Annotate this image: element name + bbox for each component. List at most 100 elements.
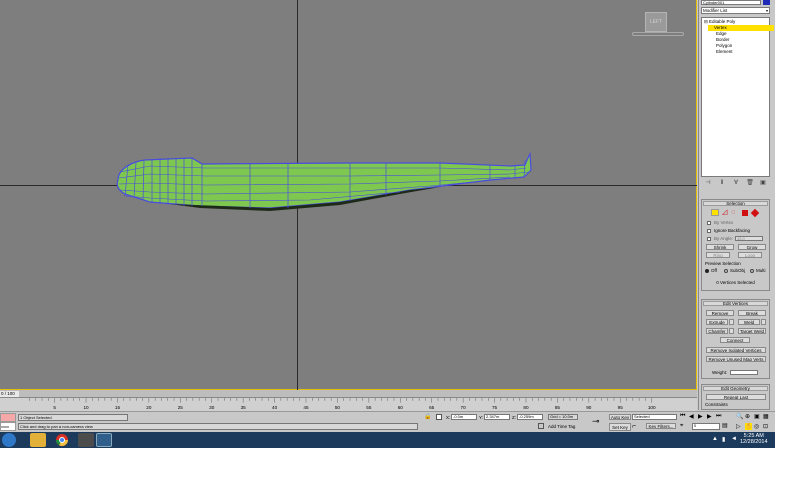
selection-rollout-title[interactable]: Selection (703, 201, 768, 206)
timeline-tick-label: 20 (146, 405, 152, 410)
left-viewport[interactable]: LEFT (0, 0, 697, 390)
start-button-icon[interactable] (2, 433, 16, 447)
configure-sets-icon[interactable]: ▣ (759, 180, 767, 187)
by-angle-spinner[interactable]: 45.0 (735, 236, 763, 241)
previous-frame-icon[interactable]: ◀ (689, 413, 694, 420)
remove-button[interactable]: Remove (706, 310, 734, 316)
time-slider-thumb[interactable]: 0 / 100 (0, 391, 19, 397)
element-mode-icon[interactable] (750, 208, 760, 218)
by-vertex-checkbox[interactable] (707, 221, 711, 225)
vertex-mode-icon[interactable] (711, 209, 719, 216)
modifier-list-dropdown[interactable]: Modifier List ▾ (701, 7, 770, 14)
timeline-tick-label: 40 (272, 405, 278, 410)
zoom-extents-icon[interactable]: ▣ (754, 413, 760, 420)
shrink-button[interactable]: Shrink (706, 244, 734, 250)
remove-modifier-icon[interactable]: 🗑 (746, 180, 754, 187)
zoom-all-icon[interactable]: ⊕ (745, 413, 750, 420)
add-time-tag[interactable]: Add Time Tag (548, 424, 575, 429)
set-key-icon[interactable]: ⌐ (632, 423, 642, 430)
orbit-icon[interactable]: ◎ (754, 423, 759, 430)
current-frame-field[interactable]: 0 (692, 423, 720, 430)
go-to-start-icon[interactable]: ⏮ (680, 413, 685, 420)
timeline-tick-label: 75 (492, 405, 498, 410)
object-color-swatch[interactable] (763, 0, 770, 5)
maxscript-input[interactable]: xxxx (0, 422, 16, 431)
timeline-tick-label: 60 (398, 405, 404, 410)
ring-button[interactable]: Ring (706, 252, 730, 258)
extrude-settings-icon[interactable] (729, 319, 734, 325)
zoom-extents-all-icon[interactable]: ▦ (763, 413, 769, 420)
time-slider[interactable]: 0 / 100 (0, 390, 697, 398)
field-of-view-icon[interactable]: ▷ (736, 423, 741, 430)
play-icon[interactable]: ▶ (698, 413, 703, 420)
polygon-mode-icon[interactable] (742, 210, 748, 216)
y-coordinate-field[interactable]: 2.347m (484, 414, 510, 420)
timeline-tick-label: 85 (555, 405, 561, 410)
absolute-mode-toggle[interactable] (436, 414, 442, 420)
set-key-button[interactable]: Set Key (609, 423, 631, 431)
zoom-icon[interactable]: 🔍 (736, 413, 743, 420)
key-mode-toggle-icon[interactable]: ⌖ (680, 423, 686, 429)
apps-grid-icon[interactable] (78, 433, 94, 447)
lock-selection-icon[interactable]: 🔒 (424, 414, 431, 420)
edit-geometry-rollout-title[interactable]: Edit Geometry (703, 386, 768, 391)
ignore-backfacing-checkbox[interactable] (707, 229, 711, 233)
editable-poly-mesh[interactable] (110, 150, 540, 212)
key-icon[interactable]: ⊸ (592, 417, 600, 426)
chrome-icon[interactable] (55, 433, 71, 447)
selection-count: 1 Object Selected (18, 414, 128, 421)
weld-button[interactable]: Weld (738, 319, 760, 325)
edit-vertices-rollout-title[interactable]: Edit Vertices (703, 301, 768, 306)
grow-button[interactable]: Grow (738, 244, 766, 250)
break-button[interactable]: Break (738, 310, 766, 316)
target-weld-button[interactable]: Target Weld (738, 328, 766, 334)
loop-button[interactable]: Loop (738, 252, 762, 258)
chamfer-button[interactable]: Chamfer (706, 328, 728, 334)
stack-item-element[interactable]: Element (704, 49, 733, 55)
clock[interactable]: 5:25 AM 12/28/2014 (740, 433, 768, 445)
maximize-viewport-icon[interactable]: ⊡ (763, 423, 768, 430)
time-configuration-icon[interactable]: ▤ (722, 423, 730, 430)
explorer-icon[interactable] (30, 433, 46, 447)
selection-rollout: Selection ◿ ◌ By Vertex Ignore Backfacin… (701, 199, 770, 291)
timeline-tick-label: 50 (335, 405, 341, 410)
next-frame-icon[interactable]: ▶ (707, 413, 712, 420)
volume-icon[interactable]: ◄ (731, 436, 737, 442)
network-icon[interactable]: ▮ (722, 436, 725, 443)
edge-mode-icon[interactable]: ◿ (722, 209, 730, 216)
3ds-max-taskbar-icon[interactable] (96, 433, 112, 447)
z-coordinate-field[interactable]: -0.259m (517, 414, 543, 420)
maxscript-listener-mini[interactable] (0, 413, 16, 422)
weight-spinner[interactable] (730, 370, 758, 375)
remove-isolated-vertices-button[interactable]: Remove Isolated Vertices (706, 347, 766, 353)
repeat-last-button[interactable]: Repeat Last (706, 394, 766, 400)
remove-unused-map-verts-button[interactable]: Remove Unused Map Verts (706, 356, 766, 362)
make-unique-icon[interactable]: ∀ (732, 180, 740, 187)
connect-button[interactable]: Connect (720, 337, 750, 343)
preview-multi-radio[interactable] (750, 269, 754, 273)
key-filters-button[interactable]: Key Filters... (646, 423, 676, 429)
viewcube-face[interactable]: LEFT (645, 12, 667, 32)
border-mode-icon[interactable]: ◌ (731, 209, 739, 216)
viewcube[interactable]: LEFT (632, 8, 684, 38)
object-name-field[interactable]: Cylinder001 (701, 0, 761, 5)
preview-off-radio[interactable] (705, 269, 709, 273)
pan-icon[interactable]: ✋ (745, 423, 753, 430)
chamfer-settings-icon[interactable] (729, 328, 734, 334)
extrude-button[interactable]: Extrude (706, 319, 728, 325)
modifier-stack[interactable]: ⊟ Editable Poly Vertex Edge Border Polyg… (701, 17, 774, 177)
auto-key-button[interactable]: Auto Key (609, 414, 631, 420)
show-end-result-icon[interactable]: Ⅱ (718, 180, 726, 187)
track-bar[interactable]: 5 10 15 20 25 30 35 40 45 50 55 60 65 70 75 80 85 90 95 100 (0, 398, 697, 412)
by-angle-checkbox[interactable] (707, 237, 711, 241)
pin-icon[interactable]: ⊣ (704, 180, 712, 187)
tray-arrow-icon[interactable]: ▲ (712, 436, 718, 442)
time-tag-icon[interactable] (538, 423, 544, 429)
go-to-end-icon[interactable]: ⏭ (716, 413, 721, 420)
x-coordinate-field[interactable]: -0.0m (451, 414, 477, 420)
preview-subobj-radio[interactable] (724, 269, 728, 273)
weld-settings-icon[interactable] (761, 319, 766, 325)
timeline-tick-label: 15 (115, 405, 121, 410)
viewcube-ring[interactable] (632, 32, 684, 36)
selection-set-dropdown[interactable]: Selected (632, 414, 677, 420)
